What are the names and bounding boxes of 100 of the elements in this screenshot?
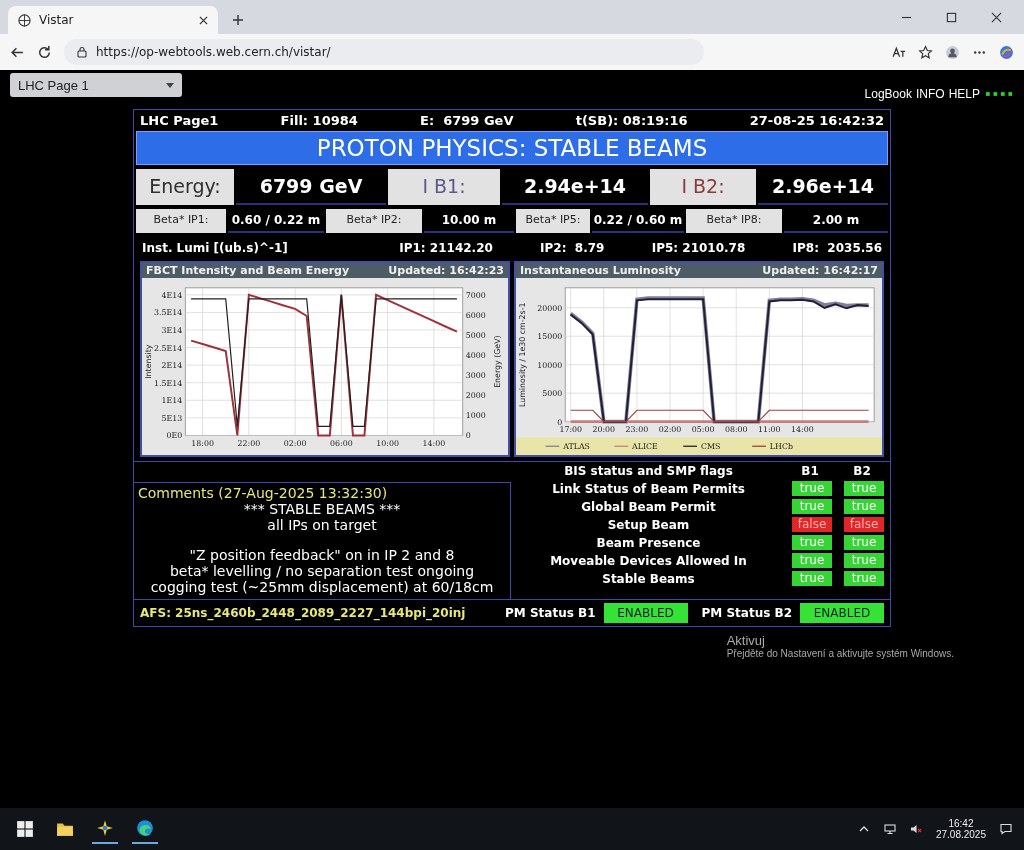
beta-value: 2.00 m	[784, 209, 888, 233]
pm-status-label: PM Status B1	[505, 606, 596, 621]
axis-tick-label: 6000	[465, 310, 486, 320]
comment-line: *** STABLE BEAMS ***	[242, 501, 402, 518]
axis-tick-label: 7000	[465, 290, 486, 300]
filling-scheme: AFS: 25ns_2460b_2448_2089_2227_144bpi_20inj	[140, 606, 467, 621]
flag-name: Link Status of Beam Permits	[551, 481, 746, 496]
legend-label: ATLAS	[563, 442, 590, 452]
flags-title: BIS status and SMP flags	[563, 464, 734, 479]
date-time: 27-08-25 16:42:32	[749, 113, 884, 128]
axis-tick-label: 2.5E14	[154, 343, 183, 353]
axis-tick-label: 20:00	[592, 425, 616, 435]
beta-label: Beta* IP2:	[326, 209, 422, 233]
stable-beam-time: t(SB): 08:19:16	[575, 113, 688, 128]
axis-tick-label: 17:00	[559, 425, 583, 435]
axis-title: Luminosity / 1e30 cm-2s-1	[517, 302, 527, 408]
axis-tick-label: 10000	[537, 360, 563, 370]
flag-name: Moveable Devices Allowed In	[549, 553, 748, 568]
axis-tick-label: 3.5E14	[154, 308, 183, 318]
axis-tick-label: 14:00	[791, 425, 814, 435]
axis-tick-label: 1000	[465, 411, 486, 421]
beta-label: Beta* IP1:	[136, 209, 226, 233]
flag-status: true	[792, 499, 832, 515]
flag-name: Stable Beams	[601, 571, 696, 586]
axis-tick-label: 2E14	[161, 361, 183, 371]
axis-tick-label: 02:00	[283, 439, 307, 449]
lumi-value: IP8: 2035.56	[792, 241, 882, 255]
comment-line: beta* levelling / no separation test ongoing	[168, 563, 476, 580]
flag-status: true	[844, 553, 884, 569]
updated-time: Updated: 16:42:23	[388, 264, 504, 277]
legend-label: ALICE	[632, 442, 658, 452]
updated-time: Updated: 16:42:17	[762, 264, 878, 277]
chart-title: Instantaneous Luminosity	[520, 264, 681, 277]
axis-tick-label: 2000	[465, 391, 486, 401]
value-label: I B1:	[388, 169, 500, 205]
value-label: I B2:	[650, 169, 756, 205]
axis-tick-label: 4000	[465, 351, 486, 361]
legend-label: CMS	[700, 442, 721, 452]
axis-tick-label: 20000	[537, 303, 563, 313]
axis-tick-label: 3000	[465, 371, 486, 381]
lumi-value: IP2: 8.79	[540, 241, 605, 255]
pm-status: ENABLED	[603, 603, 688, 624]
flag-name: Global Beam Permit	[580, 499, 717, 514]
flag-status: true	[844, 499, 884, 515]
page-title: LHC Page1	[140, 113, 219, 128]
comment-line: "Z position feedback" on in IP 2 and 8	[188, 547, 456, 564]
comment-line: cogging test (~25mm displacement) at 60/18cm	[149, 579, 495, 596]
comments-title: Comments (27-Aug-2025 13:32:30)	[137, 485, 389, 502]
chart-title: FBCT Intensity and Beam Energy	[146, 264, 350, 277]
flag-name: Beam Presence	[595, 535, 702, 550]
axis-tick-label: 11:00	[758, 425, 781, 435]
axis-tick-label: 3E14	[161, 325, 183, 335]
beta-label: Beta* IP8:	[686, 209, 782, 233]
axis-tick-label: 22:00	[237, 439, 261, 449]
axis-title: Energy (GeV)	[493, 335, 503, 388]
flag-status: true	[844, 571, 884, 587]
flag-status: true	[792, 571, 832, 587]
flag-status: true	[792, 481, 832, 497]
axis-tick-label: 08:00	[724, 425, 748, 435]
pm-status: ENABLED	[800, 603, 884, 624]
flag-status: false	[844, 517, 884, 533]
flag-status: false	[792, 517, 832, 533]
beta-label: Beta* IP5:	[516, 209, 590, 233]
axis-tick-label: 06:00	[330, 439, 353, 449]
beta-value: 0.60 / 0.22 m	[228, 209, 324, 233]
flag-status: true	[792, 535, 832, 551]
value-reading: 2.94e+14	[502, 169, 648, 205]
lumi-value: IP1: 21142.20	[399, 241, 493, 255]
axis-tick-label: 18:00	[191, 439, 214, 449]
column-header: B2	[852, 464, 872, 479]
axis-tick-label: 5000	[542, 389, 563, 399]
axis-tick-label: 5000	[465, 330, 486, 340]
fill-number: Fill: 10984	[280, 113, 358, 128]
flag-status: true	[844, 481, 884, 497]
axis-tick-label: 1.5E14	[154, 378, 183, 388]
lumi-value: IP5: 21010.78	[651, 241, 746, 255]
activation-notice: Přejděte do Nastavení a aktivujte systém Windows.	[726, 648, 954, 660]
value-label: Energy:	[136, 169, 234, 205]
beta-value: 0.22 / 0.60 m	[592, 209, 684, 233]
axis-tick-label: 0	[557, 417, 563, 427]
axis-tick-label: 23:00	[625, 425, 649, 435]
flag-status: true	[844, 535, 884, 551]
pm-status-label: PM Status B2	[701, 606, 792, 621]
axis-tick-label: 4E14	[161, 290, 183, 300]
flag-name: Setup Beam	[606, 517, 691, 532]
column-header: B1	[800, 464, 820, 479]
axis-tick-label: 5E13	[161, 413, 183, 423]
axis-tick-label: 05:00	[691, 425, 715, 435]
comment-line: all IPs on target	[266, 517, 378, 534]
value-reading: 2.96e+14	[758, 169, 888, 205]
value-reading: 6799 GeV	[236, 169, 386, 205]
axis-tick-label: 0	[465, 431, 471, 441]
axis-tick-label: 14:00	[422, 439, 446, 449]
axis-tick-label: 1E14	[161, 396, 183, 406]
axis-tick-label: 15000	[537, 332, 563, 342]
lumi-label: Inst. Lumi [(ub.s)^-1]	[142, 241, 289, 255]
legend-label: LHCb	[769, 442, 793, 452]
beta-value: 10.00 m	[424, 209, 514, 233]
axis-tick-label: 10:00	[376, 439, 399, 449]
flag-status: true	[792, 553, 832, 569]
